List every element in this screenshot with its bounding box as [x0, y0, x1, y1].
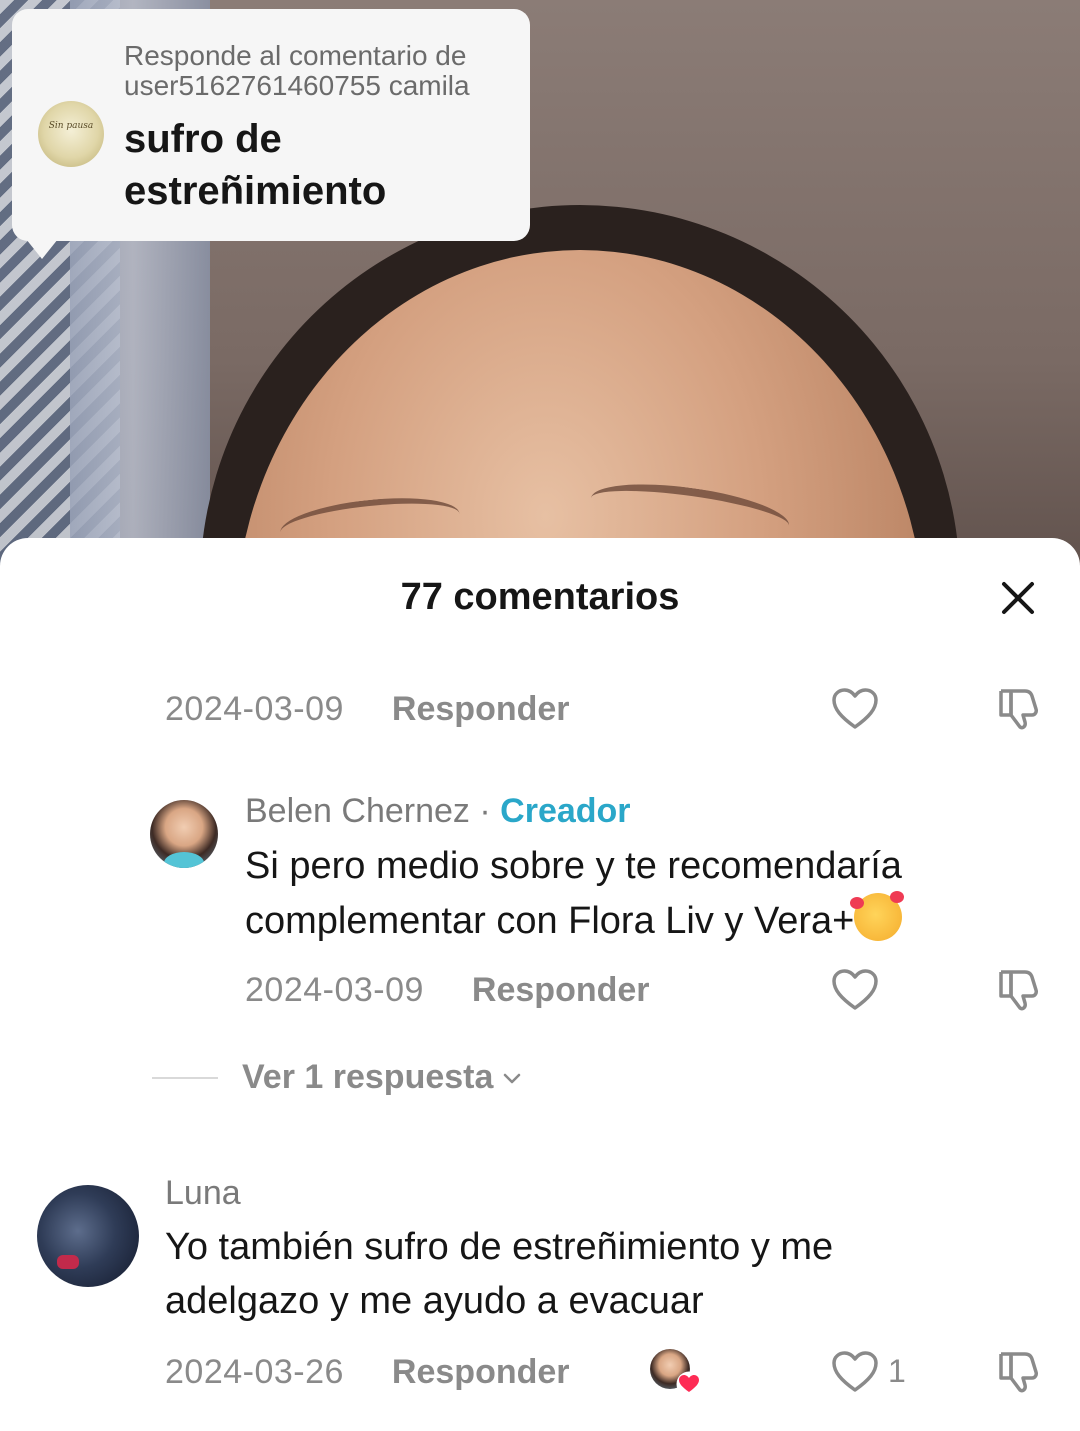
view-replies-label: Ver 1 respuesta	[242, 1058, 494, 1096]
comment-author[interactable]: Luna	[165, 1174, 241, 1213]
smiling-face-with-hearts-icon	[850, 891, 905, 941]
chevron-down-icon	[504, 1073, 521, 1083]
thumbs-down-icon	[999, 1352, 1038, 1393]
reply-sticker-avatar: Sin pausa	[38, 101, 104, 167]
like-button[interactable]	[830, 1347, 880, 1397]
dislike-button[interactable]	[994, 684, 1044, 734]
avatar-shirt	[164, 852, 204, 868]
comment-text: Yo también sufro de estreñimiento y me a…	[165, 1226, 834, 1322]
avatar[interactable]	[37, 1185, 139, 1287]
replies-divider-line	[152, 1076, 218, 1079]
reply-button[interactable]: Responder	[392, 1353, 570, 1392]
author-name: Belen Chernez	[245, 792, 470, 830]
avatar-detail	[57, 1255, 79, 1269]
comment-author[interactable]: Belen Chernez · Creador	[245, 792, 631, 831]
comment-date: 2024-03-09	[245, 970, 424, 1009]
comment-text: Si pero medio sobre y te recomendaría co…	[245, 845, 902, 942]
avatar-logo-lettering: Sin pausa	[48, 121, 94, 131]
view-replies-button[interactable]: Ver 1 respuesta	[152, 1058, 523, 1097]
comment-date: 2024-03-26	[165, 1352, 344, 1391]
creator-badge: Creador	[500, 792, 631, 830]
author-name: Luna	[165, 1174, 241, 1212]
like-button[interactable]	[830, 684, 880, 734]
comments-count-title: 77 comentarios	[400, 576, 680, 618]
author-separator: ·	[479, 792, 491, 830]
heart-outline-icon	[832, 969, 878, 1010]
comment-body: Si pero medio sobre y te recomendaría co…	[245, 839, 1025, 948]
close-icon	[1002, 582, 1034, 614]
reply-button[interactable]: Responder	[392, 690, 570, 729]
dislike-button[interactable]	[994, 965, 1044, 1015]
close-button[interactable]	[996, 576, 1040, 620]
liked-by-creator-indicator	[650, 1349, 702, 1397]
comment-date: 2024-03-09	[165, 689, 344, 728]
heart-outline-icon	[832, 1351, 878, 1392]
reply-sticker-header: Responde al comentario de user5162761460…	[124, 40, 470, 101]
avatar[interactable]	[150, 800, 218, 868]
comment-meta-row: 2024-03-09 Responder	[245, 965, 650, 1015]
comment-meta-row: 2024-03-26 Responder	[165, 1347, 570, 1397]
comment-meta-row: 2024-03-09 Responder	[165, 684, 570, 734]
dislike-button[interactable]	[994, 1347, 1044, 1397]
comments-sheet: 77 comentarios 2024-03-09 Responder Bele…	[0, 538, 1080, 1431]
reply-comment-sticker[interactable]: Responde al comentario de user5162761460…	[12, 9, 530, 259]
thumbs-down-icon	[999, 970, 1038, 1011]
reply-sticker-comment: sufro de estreñimiento	[124, 117, 387, 213]
thumbs-down-icon	[999, 689, 1038, 730]
heart-outline-icon	[832, 688, 878, 729]
like-count: 1	[888, 1353, 906, 1389]
heart-filled-icon	[676, 1371, 702, 1397]
reply-button[interactable]: Responder	[472, 971, 650, 1010]
like-button[interactable]	[830, 965, 880, 1015]
